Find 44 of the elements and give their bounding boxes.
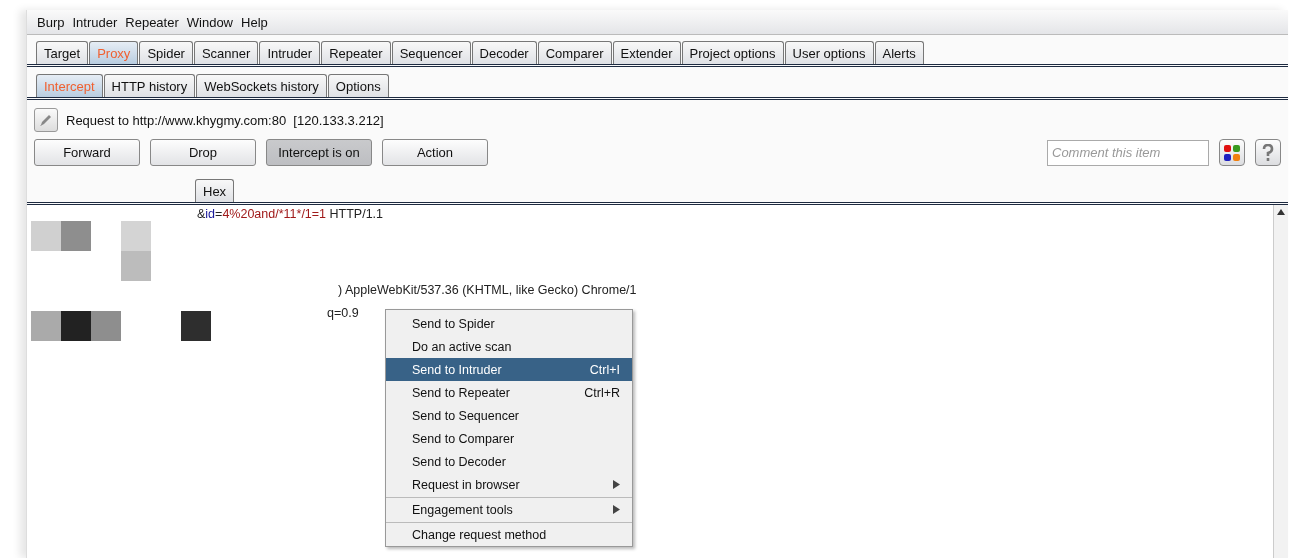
menu-item[interactable]: Help [240,14,269,30]
menu-item[interactable]: Send to Decoder [386,450,632,473]
tab[interactable]: HTTP history [103,74,196,97]
menu-item[interactable]: Send to Repeater Ctrl+R [386,381,632,404]
tab[interactable]: Alerts [874,41,924,64]
code-line: &id=4%20and/*11*/1=1 HTTP/1.1 [197,207,384,221]
menu-item[interactable]: Intruder [71,14,119,30]
help-icon[interactable] [1255,139,1281,166]
action-button[interactable]: Drop [150,139,256,166]
action-button[interactable]: Action [382,139,488,166]
menu-item[interactable]: Send to Spider [386,312,632,335]
tab[interactable]: Repeater [321,41,391,64]
menu-item[interactable]: Send to Sequencer [386,404,632,427]
tab[interactable]: Intruder [259,41,321,64]
comment-field[interactable]: Comment this item [1047,139,1209,166]
tab[interactable]: Options [327,74,389,97]
tab[interactable]: Hex [195,179,235,202]
menu-item[interactable]: Repeater [124,14,180,30]
menu-item[interactable]: Send to Comparer [386,427,632,450]
color-grid-icon[interactable] [1219,139,1245,166]
menu-item[interactable]: Engagement tools [386,497,632,521]
tab[interactable]: Spider [139,41,193,64]
code-line: q=0.9 [327,306,359,320]
menu-item[interactable]: Request in browser [386,473,632,496]
menu-item[interactable]: Send to Intruder Ctrl+I [386,358,632,381]
tab[interactable]: Target [36,41,89,64]
tab[interactable]: User options [784,41,874,64]
menu-item[interactable]: Do an active scan [386,335,632,358]
request-info: Request to http://www.khygmy.com:80 [120.133.3.212] [66,112,384,128]
action-button[interactable]: Forward [34,139,140,166]
tab[interactable]: Project options [681,41,784,64]
tab[interactable]: Sequencer [391,41,471,64]
menu-item[interactable]: Burp [36,14,66,30]
menu-item[interactable]: Window [185,14,234,30]
tab[interactable]: Comparer [537,41,612,64]
menu-item[interactable]: Change request method [386,522,632,546]
pencil-icon[interactable] [34,108,58,132]
action-button[interactable]: Intercept is on [266,139,372,166]
scrollbar[interactable] [1273,205,1288,558]
tab[interactable]: Scanner [193,41,259,64]
tab[interactable]: WebSockets history [196,74,327,97]
code-line: ) AppleWebKit/537.36 (KHTML, like Gecko) Chrome/1 [338,283,637,297]
tab[interactable]: Decoder [471,41,537,64]
tab[interactable]: Extender [612,41,681,64]
